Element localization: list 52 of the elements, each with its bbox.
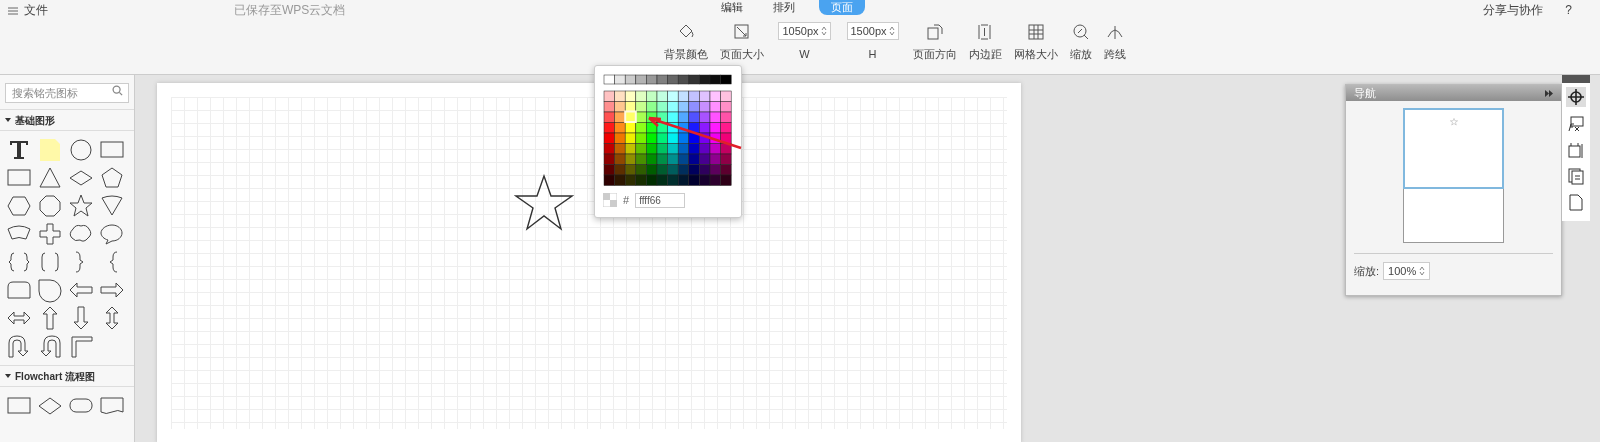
search-field[interactable]: 搜索铭壳图标: [5, 83, 129, 103]
search-icon: [112, 85, 123, 96]
shape-icon[interactable]: [6, 249, 32, 275]
spinner-arrows-icon[interactable]: [1419, 266, 1426, 276]
transparent-swatch-icon[interactable]: [603, 193, 617, 208]
size-field[interactable]: 1500px: [846, 22, 899, 40]
caret-icon: [5, 373, 11, 379]
mode-tab[interactable]: 排列: [767, 0, 801, 15]
formula-icon[interactable]: [1567, 115, 1585, 133]
section-header[interactable]: Flowchart 流程图: [0, 365, 134, 387]
spinner-arrows-icon[interactable]: [820, 26, 827, 36]
page-canvas[interactable]: [157, 83, 1021, 442]
toolbar-header: [1562, 75, 1590, 83]
toolbar-button[interactable]: 页面大小: [718, 22, 767, 63]
collapse-icon[interactable]: [1545, 89, 1553, 97]
panel-title: 导航: [1354, 85, 1376, 101]
spinner-arrows-icon[interactable]: [888, 26, 895, 36]
orient-icon: [924, 22, 945, 42]
grid-icon: [1025, 22, 1046, 42]
shape-icon[interactable]: [68, 137, 94, 163]
page-size-icon[interactable]: [1567, 141, 1585, 159]
shape-icon[interactable]: [68, 193, 94, 219]
size-field[interactable]: 1050px: [778, 22, 831, 40]
size-label: H: [868, 47, 877, 62]
hash-label: #: [623, 193, 630, 208]
toolbar-button[interactable]: 跨线: [1101, 22, 1128, 63]
zoom-icon: [1070, 22, 1091, 42]
shape-icon[interactable]: [37, 165, 63, 191]
toolbar-button[interactable]: 背景颜色: [662, 22, 711, 63]
zoom-field[interactable]: 100%: [1383, 262, 1431, 280]
shape-icon[interactable]: [37, 193, 63, 219]
zoom-label: 缩放:: [1354, 263, 1380, 279]
section-header[interactable]: 基础图形: [0, 109, 134, 131]
pages-icon[interactable]: [1567, 167, 1585, 185]
toolbar-button[interactable]: 网格大小: [1011, 22, 1060, 63]
hex-field[interactable]: ffff66: [635, 192, 686, 208]
toolbar-button[interactable]: 内边距: [966, 22, 1004, 63]
share-link[interactable]: 分享与协作: [1483, 4, 1544, 16]
size-label: W: [799, 47, 810, 62]
mode-tab[interactable]: 编辑: [715, 0, 749, 15]
color-swatch-grid[interactable]: [603, 74, 733, 186]
caret-icon: [5, 117, 11, 123]
shape-icon[interactable]: [99, 165, 125, 191]
help-link[interactable]: ?: [1565, 4, 1572, 16]
toolbar-button[interactable]: 页面方向: [910, 22, 959, 63]
document-icon[interactable]: [1567, 193, 1585, 211]
star-icon: [1449, 118, 1458, 126]
save-status: 已保存至WPS云文档: [234, 4, 346, 16]
navigator-icon[interactable]: [1566, 87, 1586, 107]
file-menu[interactable]: 文件: [24, 4, 48, 16]
shape-icon[interactable]: [37, 277, 63, 303]
toolbar-button[interactable]: 缩放: [1067, 22, 1094, 63]
